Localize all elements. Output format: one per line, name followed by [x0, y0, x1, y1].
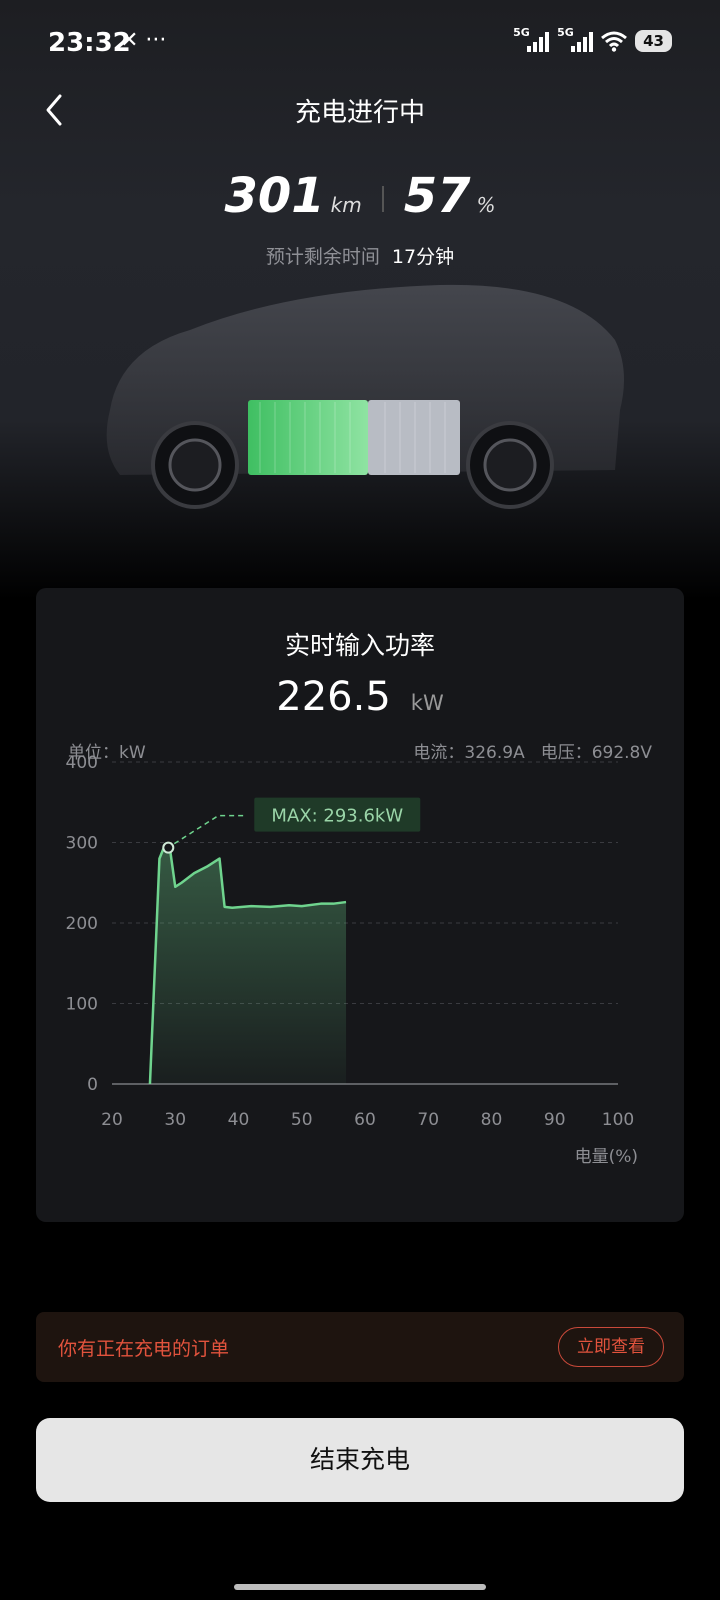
remaining-label: 预计剩余时间 [265, 246, 380, 268]
y-tick-label: 0 [87, 1075, 98, 1095]
x-tick-label: 90 [544, 1110, 566, 1130]
max-marker [162, 841, 175, 854]
remaining-value: 17分钟 [391, 246, 455, 268]
signal-icon: 5G [557, 26, 594, 52]
x-tick-label: 20 [101, 1110, 123, 1130]
signal-label: 5G [557, 26, 574, 39]
max-label: MAX: 293.6kW [271, 806, 403, 827]
x-axis-label: 电量(%) [575, 1147, 638, 1167]
remaining-time: 预计剩余时间 17分钟 [0, 242, 720, 269]
signal-label: 5G [513, 26, 530, 39]
soc-unit: % [476, 193, 496, 217]
y-tick-label: 300 [66, 834, 98, 854]
signal-icon: 5G [513, 26, 550, 52]
soc-value: 57 [403, 168, 471, 224]
power-chart: 0 100 200 300 400 20 30 40 50 60 70 80 90 100 电量(%) MAX… [66, 753, 638, 1167]
y-tick-label: 400 [66, 753, 98, 773]
page-title: 充电进行中 [294, 98, 425, 128]
order-banner: 你有正在充电的订单 立即查看 [36, 1312, 684, 1382]
x-tick-label: 70 [417, 1110, 439, 1130]
x-tick-label: 100 [602, 1110, 634, 1130]
x-tick-label: 60 [354, 1110, 376, 1130]
max-leader-line [173, 814, 247, 845]
y-tick-label: 200 [66, 914, 98, 934]
status-time: 23:32 [48, 28, 131, 58]
car-illustration [106, 284, 624, 509]
x-tick-label: 50 [291, 1110, 313, 1130]
status-bar: 23:32 ✕ ··· 5G 5G 43 [0, 0, 720, 90]
battery-icon: 43 [635, 30, 672, 52]
divider [381, 186, 384, 212]
charge-summary: 301 km 57 % [0, 168, 720, 224]
order-message: 你有正在充电的订单 [58, 1338, 230, 1360]
wifi-icon [601, 31, 628, 52]
home-indicator[interactable] [234, 1584, 486, 1590]
range-value: 301 [224, 168, 325, 224]
x-tick-label: 80 [481, 1110, 503, 1130]
end-charging-button[interactable]: 结束充电 [36, 1418, 684, 1502]
view-order-button[interactable]: 立即查看 [558, 1327, 664, 1367]
range-unit: km [330, 193, 362, 217]
x-tick-label: 30 [164, 1110, 186, 1130]
battery-empty [368, 400, 460, 475]
power-card: 实时输入功率 226.5 kW 单位：kW 电流：326.9A 电压：692.8V … [36, 588, 684, 1222]
status-icons: 5G 5G 43 [513, 26, 672, 52]
y-tick-label: 100 [66, 995, 98, 1015]
x-tick-label: 40 [228, 1110, 250, 1130]
status-notifications: ✕ ··· [120, 28, 167, 53]
